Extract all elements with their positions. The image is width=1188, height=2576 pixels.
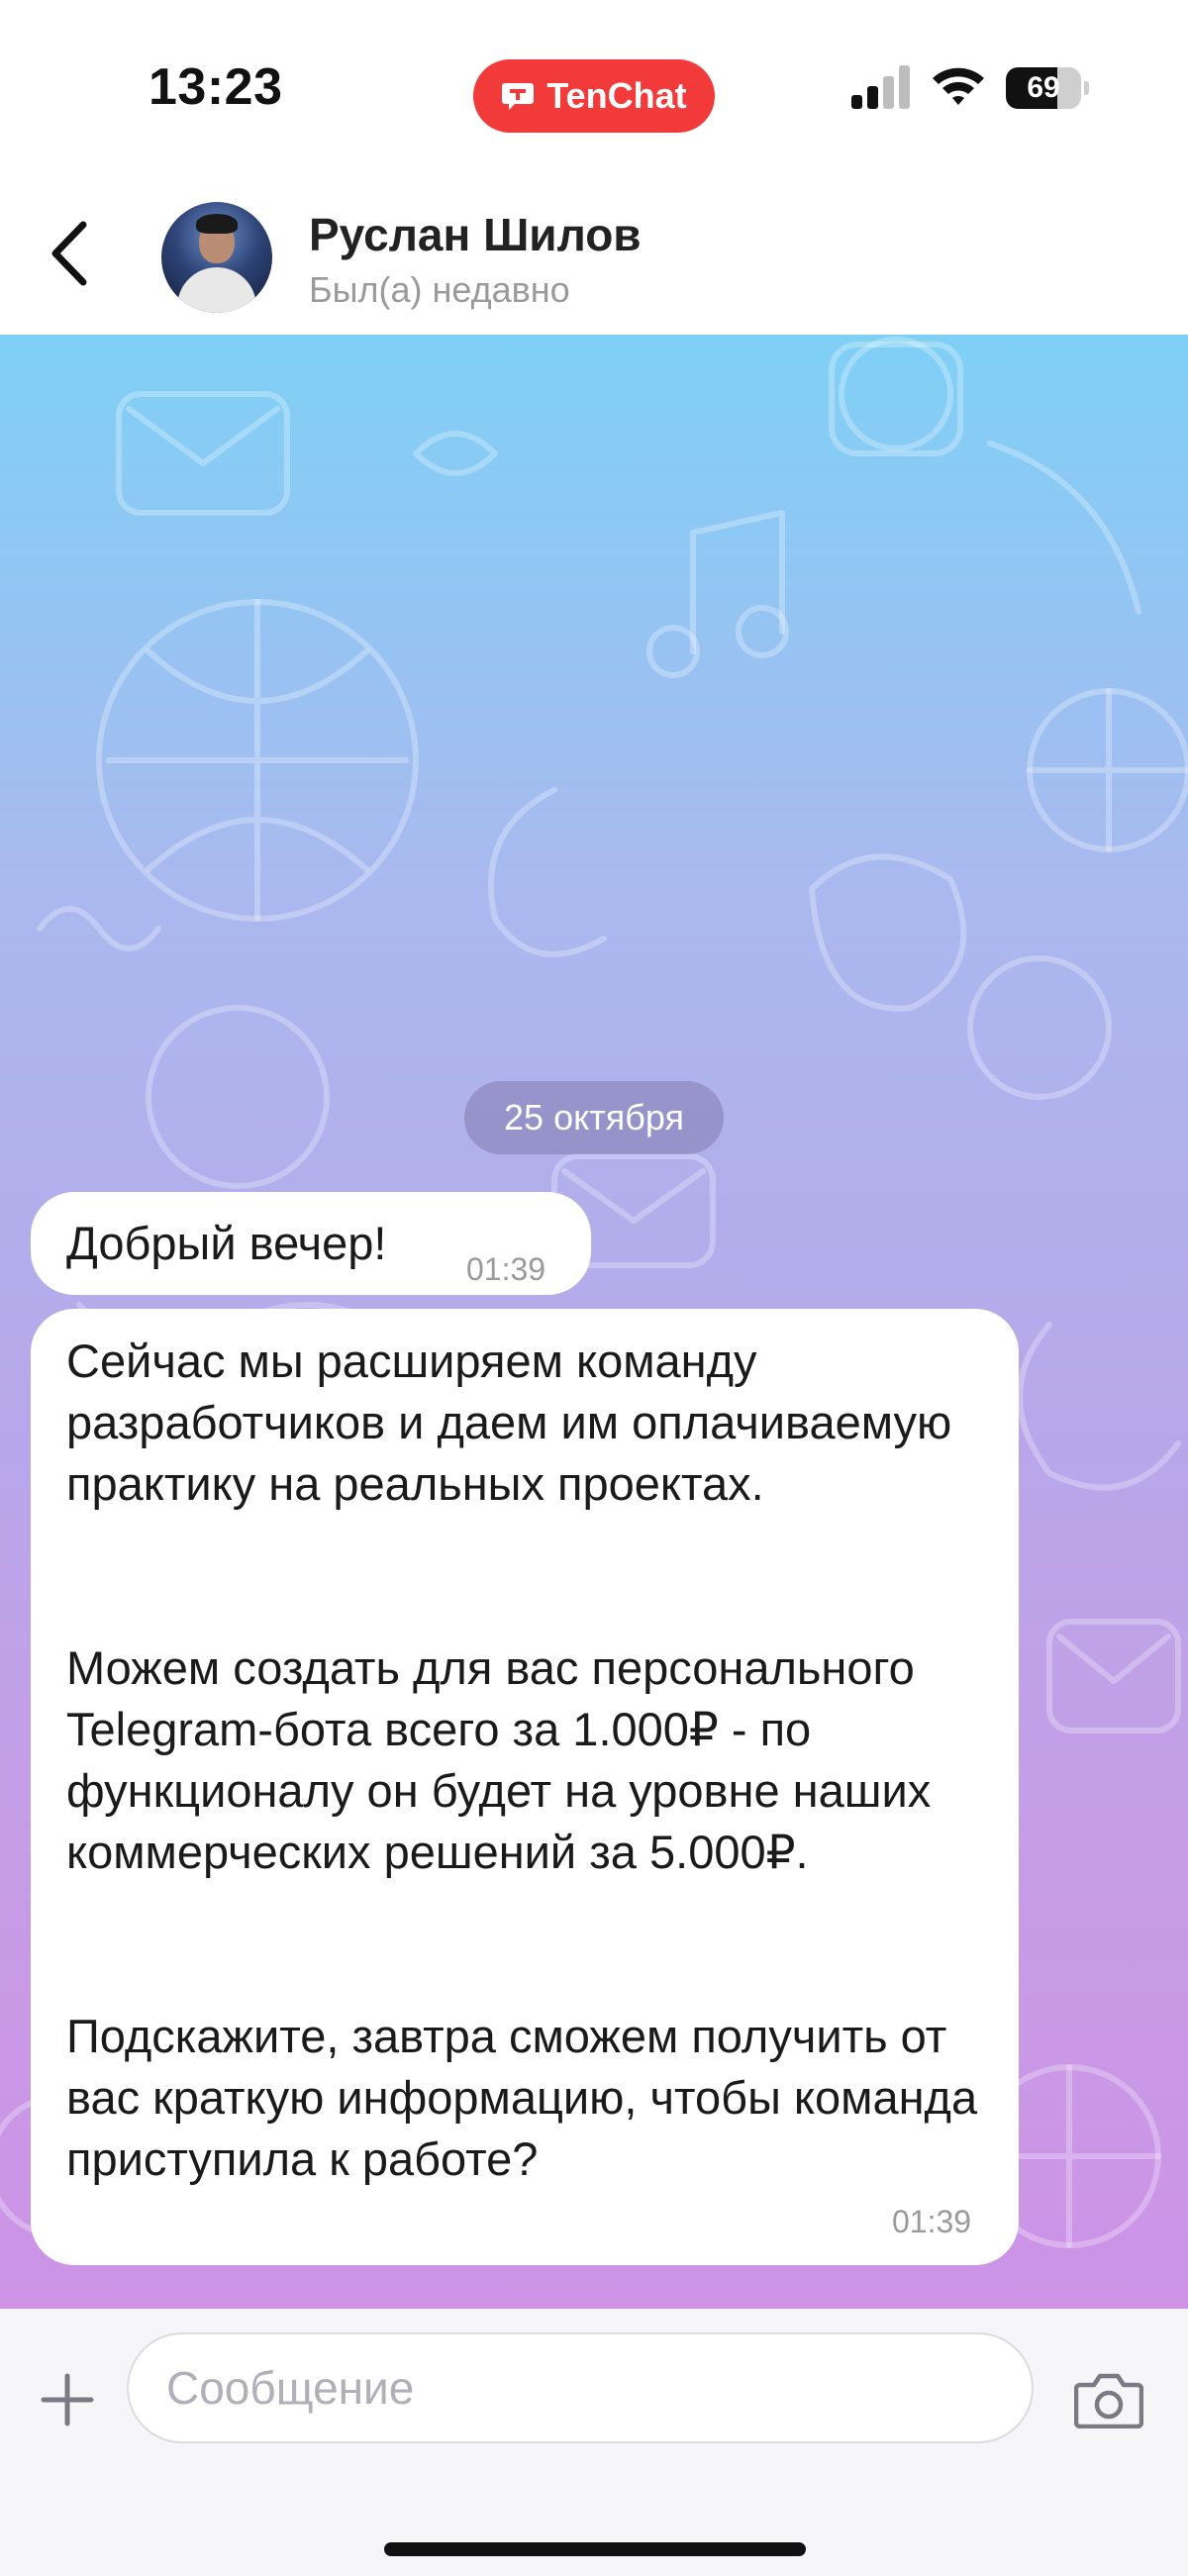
home-indicator (384, 2542, 806, 2556)
battery-body: 69 (1006, 67, 1081, 109)
message-paragraph: Подскажите, завтра сможем получить от ва… (66, 2010, 978, 2185)
back-button[interactable] (30, 214, 109, 293)
camera-icon (1074, 2373, 1143, 2428)
avatar-hair (196, 214, 238, 234)
camera-button[interactable] (1069, 2362, 1148, 2437)
app-indicator-pill[interactable]: TenChat (473, 59, 715, 133)
incoming-message-bubble[interactable]: Добрый вечер! 01:39 (31, 1192, 591, 1295)
message-input[interactable] (127, 2332, 1034, 2443)
date-separator: 25 октября (464, 1081, 724, 1154)
status-time: 13:23 (148, 58, 283, 116)
contact-name[interactable]: Руслан Шилов (309, 208, 642, 261)
chat-message-area[interactable]: 25 октября Добрый вечер! 01:39 Сейчас мы… (0, 335, 1188, 2309)
message-paragraph: Сейчас мы расширяем команду разработчико… (66, 1335, 952, 1510)
contact-last-seen: Был(а) недавно (309, 269, 570, 310)
status-bar: 13:23 TenChat 69 (0, 0, 1188, 178)
chevron-left-icon (51, 221, 87, 286)
message-composer (0, 2309, 1188, 2576)
message-timestamp: 01:39 (892, 2204, 972, 2239)
plus-icon (41, 2373, 94, 2427)
tenchat-logo-icon (501, 81, 535, 111)
chat-header: Руслан Шилов Был(а) недавно (0, 178, 1188, 335)
attach-button[interactable] (30, 2362, 105, 2437)
battery-tip (1084, 81, 1089, 95)
app-indicator-label: TenChat (546, 75, 687, 116)
wifi-icon (931, 63, 986, 107)
chat-screen: 13:23 TenChat 69 Руслан Шилов Был(а) нед… (0, 0, 1188, 2576)
message-paragraph: Можем создать для вас персонального Tele… (66, 1641, 932, 1878)
message-timestamp: 01:39 (466, 1251, 546, 1287)
avatar-shirt (177, 267, 256, 313)
message-text: Добрый вечер! (66, 1217, 387, 1269)
cellular-signal-icon (851, 65, 913, 109)
battery-icon: 69 (1006, 67, 1089, 109)
battery-level-text: 69 (1027, 71, 1060, 104)
avatar[interactable] (161, 202, 272, 313)
incoming-message-bubble[interactable]: Сейчас мы расширяем команду разработчико… (31, 1309, 1019, 2265)
